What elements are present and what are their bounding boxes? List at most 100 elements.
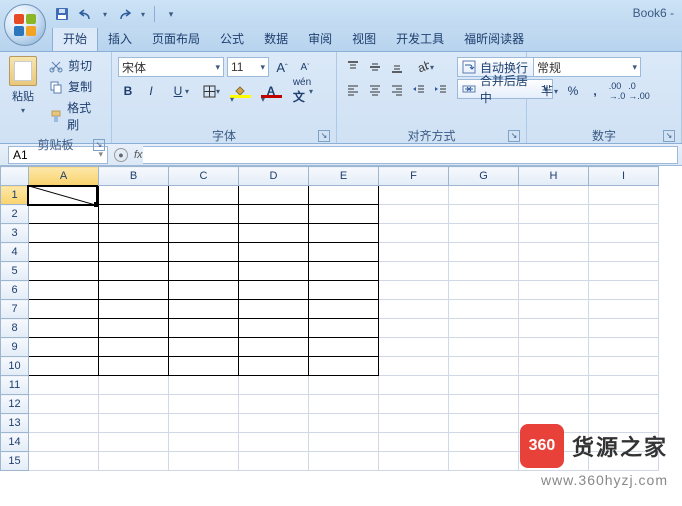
cell[interactable] <box>169 395 239 414</box>
cell[interactable] <box>379 395 449 414</box>
col-header[interactable]: A <box>29 167 99 186</box>
cell[interactable] <box>589 205 659 224</box>
col-header[interactable]: C <box>169 167 239 186</box>
cell[interactable] <box>449 433 519 452</box>
cell[interactable] <box>519 376 589 395</box>
cell[interactable] <box>99 433 169 452</box>
row-header[interactable]: 12 <box>1 395 29 414</box>
cell[interactable] <box>589 224 659 243</box>
cell[interactable] <box>449 243 519 262</box>
cell[interactable] <box>309 300 379 319</box>
cell[interactable] <box>309 262 379 281</box>
cell[interactable] <box>519 319 589 338</box>
tab-3[interactable]: 公式 <box>210 26 254 51</box>
cell[interactable] <box>239 319 309 338</box>
col-header[interactable]: H <box>519 167 589 186</box>
cell[interactable] <box>169 433 239 452</box>
cell[interactable] <box>379 376 449 395</box>
cell[interactable] <box>99 186 169 205</box>
cell[interactable] <box>99 281 169 300</box>
cell[interactable] <box>449 338 519 357</box>
cell[interactable] <box>379 338 449 357</box>
percent-button[interactable]: % <box>563 81 583 101</box>
save-icon[interactable] <box>52 4 72 24</box>
cell[interactable] <box>239 186 309 205</box>
fill-color-button[interactable] <box>226 81 254 101</box>
cell[interactable] <box>519 205 589 224</box>
qat-customize-icon[interactable]: ▾ <box>161 4 181 24</box>
comma-button[interactable]: , <box>585 81 605 101</box>
cell[interactable] <box>99 376 169 395</box>
cell[interactable] <box>309 243 379 262</box>
cell[interactable] <box>379 452 449 471</box>
cell[interactable] <box>99 338 169 357</box>
row-header[interactable]: 4 <box>1 243 29 262</box>
format-painter-button[interactable]: 格式刷 <box>44 98 105 134</box>
tab-6[interactable]: 视图 <box>342 26 386 51</box>
cell[interactable] <box>379 224 449 243</box>
cell[interactable] <box>239 281 309 300</box>
cell[interactable] <box>239 205 309 224</box>
cell[interactable] <box>449 186 519 205</box>
cell[interactable] <box>239 224 309 243</box>
col-header[interactable]: D <box>239 167 309 186</box>
decrease-indent-button[interactable] <box>409 80 429 100</box>
dialog-launcher-icon[interactable]: ↘ <box>318 130 330 142</box>
cell[interactable] <box>169 300 239 319</box>
cell[interactable] <box>449 452 519 471</box>
cell[interactable] <box>519 395 589 414</box>
cell[interactable] <box>169 338 239 357</box>
select-all-corner[interactable] <box>1 167 29 186</box>
cell[interactable] <box>589 300 659 319</box>
tab-2[interactable]: 页面布局 <box>142 26 210 51</box>
cell[interactable] <box>99 224 169 243</box>
cell[interactable] <box>29 357 99 376</box>
cell[interactable] <box>449 319 519 338</box>
cell[interactable] <box>239 395 309 414</box>
row-header[interactable]: 15 <box>1 452 29 471</box>
undo-icon[interactable] <box>76 4 96 24</box>
font-size-combo[interactable]: 11▾ <box>227 57 269 77</box>
cell[interactable] <box>29 186 99 205</box>
cell[interactable] <box>309 338 379 357</box>
cell[interactable] <box>449 224 519 243</box>
align-bottom-button[interactable] <box>387 57 407 77</box>
cell[interactable] <box>239 338 309 357</box>
tab-4[interactable]: 数据 <box>254 26 298 51</box>
row-header[interactable]: 2 <box>1 205 29 224</box>
cell[interactable] <box>29 433 99 452</box>
tab-5[interactable]: 审阅 <box>298 26 342 51</box>
cell[interactable] <box>99 414 169 433</box>
cell[interactable] <box>239 414 309 433</box>
increase-decimal-button[interactable]: .00→.0 <box>607 81 627 101</box>
cell[interactable] <box>379 357 449 376</box>
cancel-icon[interactable]: ● <box>114 148 128 162</box>
cell[interactable] <box>29 300 99 319</box>
copy-button[interactable]: 复制 <box>44 77 105 96</box>
col-header[interactable]: F <box>379 167 449 186</box>
shrink-font-button[interactable]: Aˇ <box>295 57 315 77</box>
cell[interactable] <box>449 262 519 281</box>
cell[interactable] <box>519 243 589 262</box>
cell[interactable] <box>519 300 589 319</box>
cut-button[interactable]: 剪切 <box>44 56 105 75</box>
cell[interactable] <box>169 224 239 243</box>
cell[interactable] <box>589 319 659 338</box>
cell[interactable] <box>99 205 169 224</box>
cell[interactable] <box>29 319 99 338</box>
cell[interactable] <box>29 262 99 281</box>
cell[interactable] <box>379 243 449 262</box>
increase-indent-button[interactable] <box>431 80 451 100</box>
cell[interactable] <box>379 414 449 433</box>
row-header[interactable]: 6 <box>1 281 29 300</box>
cell[interactable] <box>169 376 239 395</box>
cell[interactable] <box>519 338 589 357</box>
tab-8[interactable]: 福昕阅读器 <box>454 26 534 51</box>
cell[interactable] <box>589 395 659 414</box>
cell[interactable] <box>169 357 239 376</box>
cell[interactable] <box>239 452 309 471</box>
align-left-button[interactable] <box>343 80 363 100</box>
cell[interactable] <box>169 319 239 338</box>
cell[interactable] <box>169 262 239 281</box>
cell[interactable] <box>379 262 449 281</box>
